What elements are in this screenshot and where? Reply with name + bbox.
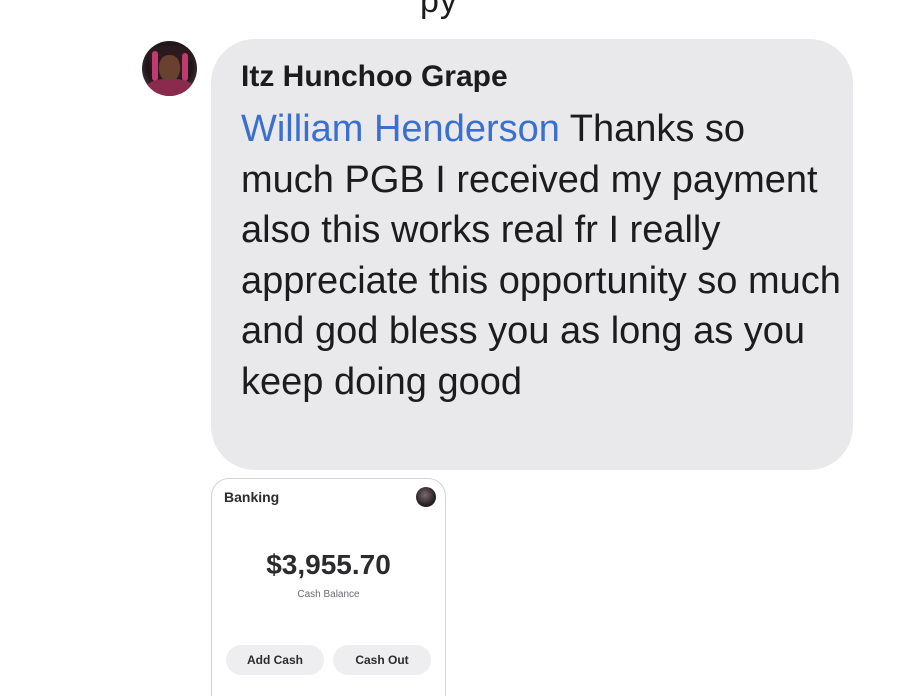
previous-message-fragment: py	[420, 0, 458, 20]
cash-balance-label: Cash Balance	[297, 589, 360, 600]
cash-out-button: Cash Out	[333, 645, 431, 675]
chat-view: py Itz Hunchoo Grape William Henderson T…	[0, 0, 900, 696]
avatar-shirt	[146, 79, 194, 96]
avatar-braid-right	[182, 53, 188, 81]
attached-screenshot[interactable]: Banking $3,955.70 Cash Balance Add Cash …	[211, 478, 446, 696]
message-body: Thanks so much PGB I received my payment…	[241, 108, 841, 403]
avatar-face	[159, 55, 180, 81]
avatar-braid-left	[152, 51, 158, 81]
sender-name[interactable]: Itz Hunchoo Grape	[241, 60, 508, 94]
cash-balance-amount: $3,955.70	[266, 549, 391, 580]
profile-avatar-icon	[416, 487, 436, 507]
message-text: William Henderson Thanks so much PGB I r…	[241, 104, 841, 407]
mention-link[interactable]: William Henderson	[241, 108, 560, 150]
banking-title: Banking	[224, 489, 280, 505]
sender-avatar[interactable]	[142, 41, 197, 96]
add-cash-button: Add Cash	[226, 645, 324, 675]
